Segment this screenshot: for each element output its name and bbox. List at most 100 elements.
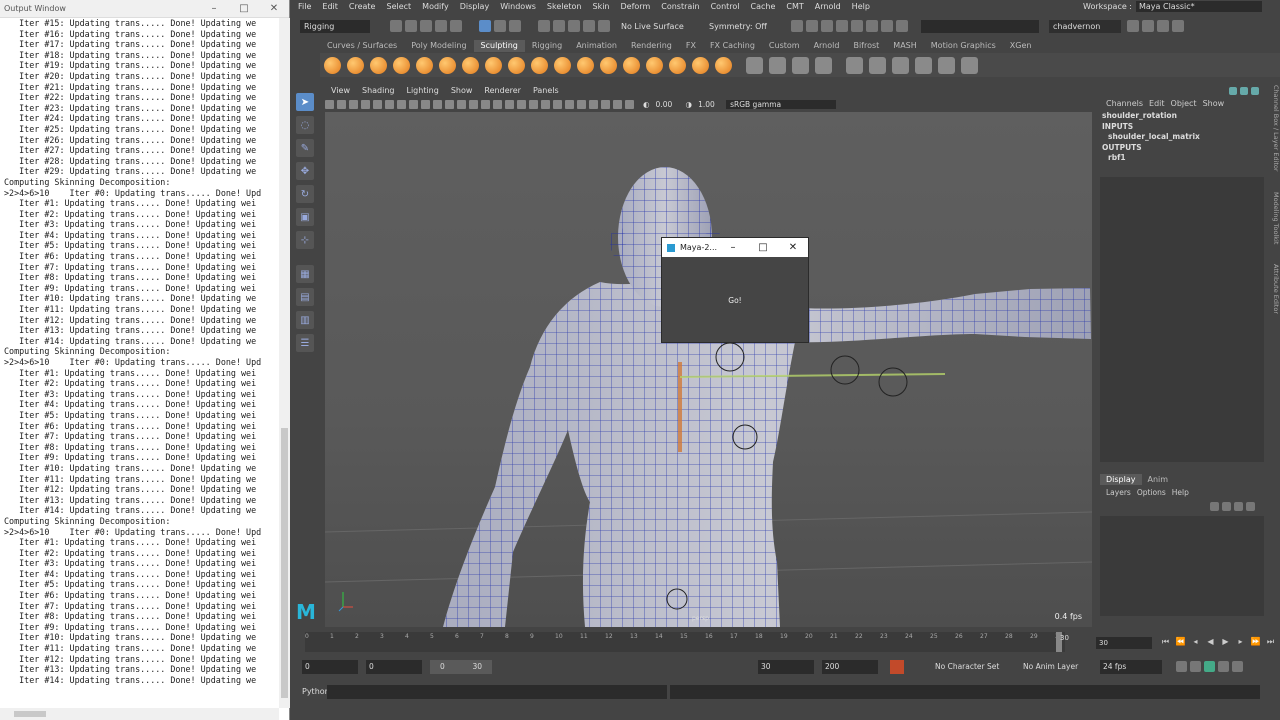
snap-view-icon[interactable] xyxy=(583,20,595,32)
open-scene-icon[interactable] xyxy=(405,20,417,32)
menu-help[interactable]: Help xyxy=(1172,488,1189,497)
tab-anim[interactable]: Anim xyxy=(1142,474,1175,485)
output-vertical-scrollbar[interactable] xyxy=(279,18,290,708)
render-frame-icon[interactable] xyxy=(806,20,818,32)
tab-display[interactable]: Display xyxy=(1100,474,1142,485)
single-perspective-layout-icon[interactable]: ▦ xyxy=(296,265,314,283)
cache-icon[interactable] xyxy=(1190,661,1201,672)
color-space-dropdown[interactable]: sRGB gamma xyxy=(726,99,837,109)
workspace-dropdown[interactable]: Maya Classic* xyxy=(1136,1,1262,12)
tab-modeling-toolkit[interactable]: Modeling Toolkit xyxy=(1272,192,1280,244)
bookmark-icon[interactable] xyxy=(349,99,358,109)
move-layer-down-icon[interactable] xyxy=(1222,502,1231,511)
new-scene-icon[interactable] xyxy=(390,20,402,32)
command-language-label[interactable]: Python xyxy=(302,687,330,696)
panel-menu-shading[interactable]: Shading xyxy=(362,85,395,97)
shelf-tab-curves-surfaces[interactable]: Curves / Surfaces xyxy=(320,40,404,52)
go-to-end-icon[interactable]: ⏭ xyxy=(1263,637,1278,647)
erase-brush-icon[interactable] xyxy=(869,56,886,74)
preferences-icon[interactable] xyxy=(1232,661,1243,672)
blend-brush-icon[interactable] xyxy=(938,56,955,74)
mesh-brush-icon[interactable] xyxy=(792,56,809,74)
smooth-brush-icon[interactable] xyxy=(347,56,364,74)
save-scene-icon[interactable] xyxy=(420,20,432,32)
select-hierarchy-icon[interactable] xyxy=(479,20,491,32)
repeat-brush-icon[interactable] xyxy=(508,56,525,74)
channel-menu-object[interactable]: Object xyxy=(1171,99,1197,108)
foamy-brush-icon[interactable] xyxy=(462,56,479,74)
menu-windows[interactable]: Windows xyxy=(500,2,536,11)
anim-end-field[interactable]: 200 xyxy=(822,660,878,674)
shelf-tab-arnold[interactable]: Arnold xyxy=(807,40,847,52)
pause-icon[interactable] xyxy=(896,20,908,32)
sculpt-brush-icon[interactable] xyxy=(324,56,341,74)
tab-attribute-editor[interactable]: Attribute Editor xyxy=(1272,264,1280,314)
anim-start-field[interactable]: 0 xyxy=(366,660,422,674)
backface-icon[interactable] xyxy=(625,99,634,109)
tab-channel-box-layer-editor[interactable]: Channel Box / Layer Editor xyxy=(1272,85,1280,172)
depth-of-field-icon[interactable] xyxy=(577,99,586,109)
dialog-maximize-icon[interactable]: □ xyxy=(748,242,778,253)
symmetry-dropdown[interactable]: Symmetry: Off xyxy=(705,20,785,33)
isolate-select-icon[interactable] xyxy=(589,99,598,109)
lock-camera-icon[interactable] xyxy=(337,99,346,109)
xray-icon[interactable] xyxy=(601,99,610,109)
hierarchy-icon[interactable] xyxy=(1229,87,1237,95)
resolution-gate-icon[interactable] xyxy=(397,99,406,109)
new-layer-selected-icon[interactable] xyxy=(1246,502,1255,511)
quick-command-field[interactable] xyxy=(921,19,1039,33)
panel-menu-renderer[interactable]: Renderer xyxy=(484,85,521,97)
menu-skin[interactable]: Skin xyxy=(593,2,610,11)
spray-brush-icon[interactable] xyxy=(485,56,502,74)
bulge-brush-icon[interactable] xyxy=(669,56,686,74)
go-button[interactable]: Go! xyxy=(672,293,798,309)
amplify-brush-icon[interactable] xyxy=(692,56,709,74)
snap-grid-icon[interactable] xyxy=(538,20,550,32)
textured-icon[interactable] xyxy=(505,99,514,109)
3d-viewport[interactable]: 0.4 fps persp xyxy=(325,112,1092,627)
menu-edit[interactable]: Edit xyxy=(322,2,338,11)
safe-title-icon[interactable] xyxy=(445,99,454,109)
scrollbar-thumb[interactable] xyxy=(281,428,288,698)
character-set-dropdown[interactable]: No Character Set xyxy=(932,660,1012,674)
auto-key-icon[interactable] xyxy=(890,660,904,674)
mask-brush-icon[interactable] xyxy=(746,56,763,74)
playback-settings-icon[interactable] xyxy=(1218,661,1229,672)
dialog-titlebar[interactable]: Maya-2... – □ ✕ xyxy=(662,238,808,257)
refresh-icon[interactable] xyxy=(1240,87,1248,95)
field-chart-icon[interactable] xyxy=(421,99,430,109)
panel-menu-panels[interactable]: Panels xyxy=(533,85,559,97)
shelf-tab-fx-caching[interactable]: FX Caching xyxy=(703,40,762,52)
input-node[interactable]: shoulder_local_matrix xyxy=(1100,132,1264,143)
two-pane-layout-icon[interactable]: ▥ xyxy=(296,311,314,329)
undo-icon[interactable] xyxy=(435,20,447,32)
shelf-tab-rigging[interactable]: Rigging xyxy=(525,40,569,52)
menu-help[interactable]: Help xyxy=(852,2,870,11)
xray-joints-icon[interactable] xyxy=(613,99,622,109)
channel-menu-channels[interactable]: Channels xyxy=(1106,99,1143,108)
grab-brush-icon[interactable] xyxy=(393,56,410,74)
channel-box-toggle-icon[interactable] xyxy=(1157,20,1169,32)
snap-surface-icon[interactable] xyxy=(598,20,610,32)
step-back-key-icon[interactable]: ⏪ xyxy=(1173,637,1188,647)
menu-deform[interactable]: Deform xyxy=(621,2,651,11)
snap-curve-icon[interactable] xyxy=(553,20,565,32)
smear-brush-icon[interactable] xyxy=(646,56,663,74)
panel-menu-show[interactable]: Show xyxy=(451,85,473,97)
render-view-icon[interactable] xyxy=(866,20,878,32)
range-slider[interactable]: 0 30 xyxy=(430,660,492,674)
select-tool-icon[interactable]: ➤ xyxy=(296,93,314,111)
anim-layer-dropdown[interactable]: No Anim Layer xyxy=(1020,660,1092,674)
anti-aliasing-icon[interactable] xyxy=(565,99,574,109)
shoulder-control[interactable] xyxy=(830,355,860,385)
lasso-tool-icon[interactable]: ◌ xyxy=(296,116,314,134)
lights-icon[interactable] xyxy=(517,99,526,109)
camera-icon[interactable] xyxy=(325,99,334,109)
live-surface-label[interactable]: No Live Surface xyxy=(617,20,697,33)
snap-point-icon[interactable] xyxy=(568,20,580,32)
manipulator-tool-icon[interactable]: ⊹ xyxy=(296,231,314,249)
menu-create[interactable]: Create xyxy=(349,2,376,11)
menu-constrain[interactable]: Constrain xyxy=(661,2,699,11)
channel-menu-show[interactable]: Show xyxy=(1203,99,1225,108)
menu-select[interactable]: Select xyxy=(386,2,411,11)
